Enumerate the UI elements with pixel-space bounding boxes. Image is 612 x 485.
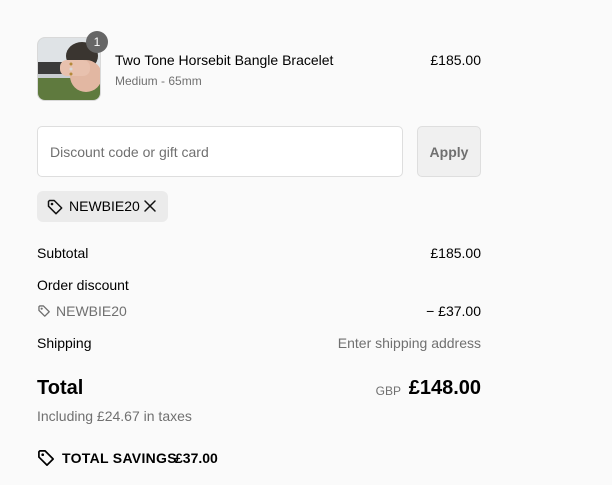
product-variant: Medium - 65mm [115,74,202,88]
shipping-value: Enter shipping address [337,335,481,351]
product-name: Two Tone Horsebit Bangle Bracelet [115,52,334,68]
close-icon[interactable] [143,199,157,213]
total-value: £148.00 [408,377,481,399]
total-savings-value: £37.00 [175,450,218,466]
subtotal-value: £185.00 [430,245,481,261]
total-savings-label: TOTAL SAVINGS [62,450,177,466]
tag-icon [47,199,63,215]
applied-discount-code: NEWBIE20 [69,198,140,214]
order-discount-label: Order discount [37,277,129,293]
savings-tag-icon [38,450,55,467]
shipping-label: Shipping [37,335,92,351]
apply-discount-button[interactable]: Apply [417,126,481,177]
quantity-badge: 1 [86,31,108,53]
order-discount-code-text: NEWBIE20 [56,303,127,319]
order-discount-value: − £37.00 [426,303,481,319]
tax-note: Including £24.67 in taxes [37,408,192,424]
total-currency: GBP [375,384,401,398]
applied-discount-chip: NEWBIE20 [37,191,168,222]
tag-icon [38,305,50,317]
product-price: £185.00 [430,52,481,68]
total-label: Total [37,377,84,399]
discount-code-input[interactable] [37,126,403,177]
order-summary: 1 Two Tone Horsebit Bangle Bracelet Medi… [0,0,612,485]
subtotal-label: Subtotal [37,245,89,261]
